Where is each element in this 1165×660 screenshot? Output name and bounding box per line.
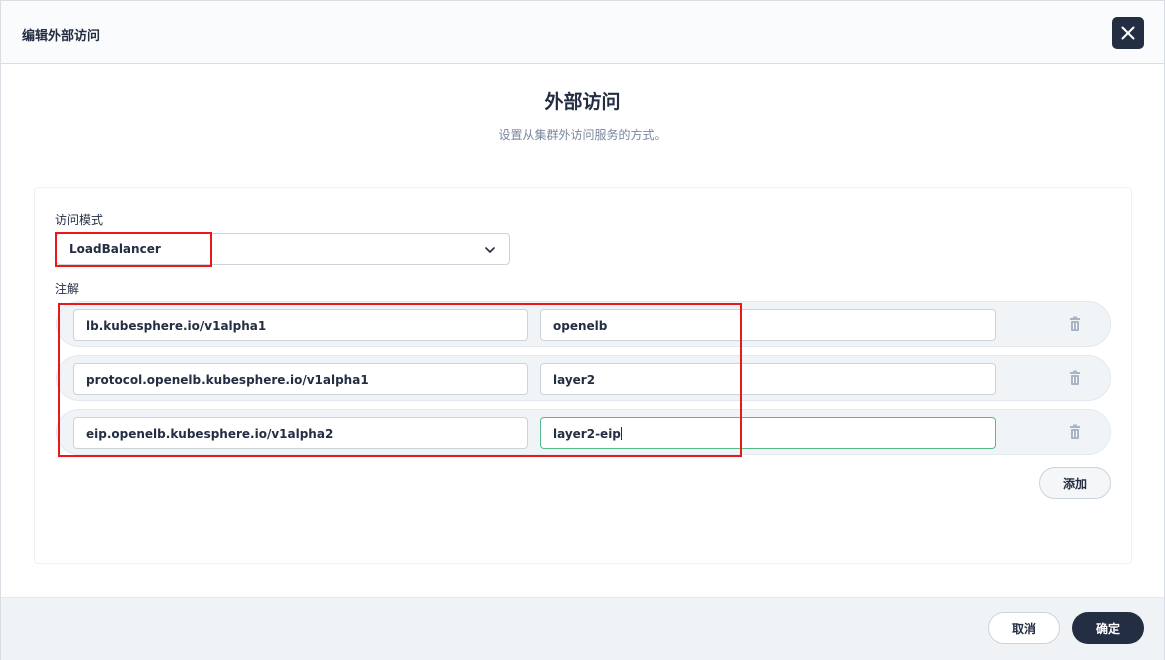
trash-icon[interactable] — [1067, 424, 1083, 440]
access-mode-select[interactable]: LoadBalancer — [56, 233, 510, 265]
annotations-label: 注解 — [55, 282, 80, 296]
edit-external-access-dialog: 编辑外部访问 外部访问 设置从集群外访问服务的方式。 访问模式 LoadBala… — [0, 0, 1165, 660]
annotation-key-input[interactable]: protocol.openelb.kubesphere.io/v1alpha1 — [73, 363, 528, 395]
annotation-row: eip.openelb.kubesphere.io/v1alpha2 layer… — [56, 409, 1111, 455]
trash-icon[interactable] — [1067, 370, 1083, 386]
annotation-value-input[interactable]: layer2 — [540, 363, 996, 395]
page-description: 设置从集群外访问服务的方式。 — [498, 128, 667, 142]
trash-icon[interactable] — [1067, 316, 1083, 332]
confirm-button[interactable]: 确定 — [1072, 612, 1144, 644]
dialog-title: 编辑外部访问 — [22, 29, 101, 44]
page-heading: 外部访问 — [544, 91, 621, 113]
access-mode-label: 访问模式 — [55, 213, 104, 227]
dialog-header: 编辑外部访问 — [1, 1, 1164, 64]
chevron-down-icon — [485, 247, 495, 253]
annotation-value-input[interactable]: openelb — [540, 309, 996, 341]
annotation-key-input[interactable]: eip.openelb.kubesphere.io/v1alpha2 — [73, 417, 528, 449]
close-button[interactable] — [1112, 17, 1144, 49]
access-mode-value: LoadBalancer — [69, 242, 161, 256]
annotation-value-input-focused[interactable]: layer2-eip — [540, 417, 996, 449]
cancel-button[interactable]: 取消 — [988, 612, 1060, 644]
annotation-value-text: layer2-eip — [553, 427, 621, 441]
text-caret — [620, 427, 622, 440]
add-annotation-button[interactable]: 添加 — [1039, 467, 1111, 499]
close-icon — [1121, 26, 1135, 40]
annotation-row: lb.kubesphere.io/v1alpha1 openelb — [56, 301, 1111, 347]
annotation-key-input[interactable]: lb.kubesphere.io/v1alpha1 — [73, 309, 528, 341]
annotation-row: protocol.openelb.kubesphere.io/v1alpha1 … — [56, 355, 1111, 401]
